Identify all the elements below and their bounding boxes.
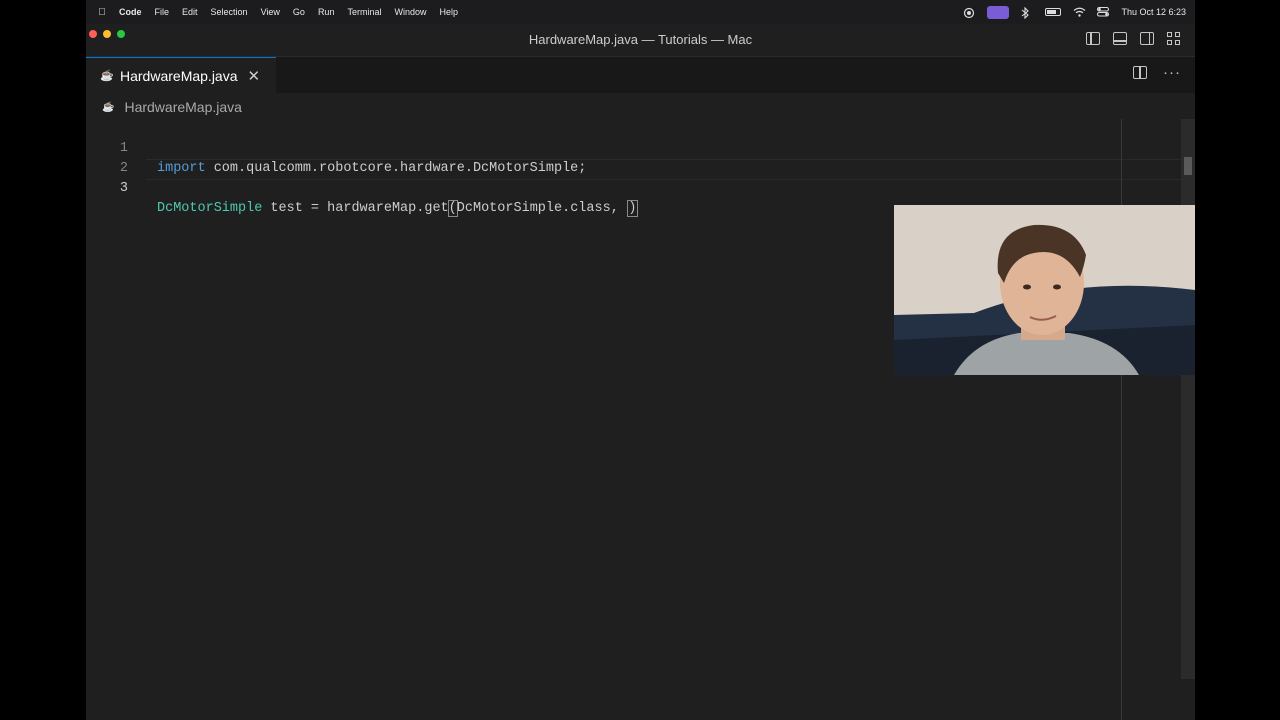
layout-controls — [1086, 32, 1181, 45]
menu-app-code[interactable]: Code — [119, 7, 142, 17]
screen:  Code File Edit Selection View Go Run T… — [86, 0, 1195, 720]
menu-selection[interactable]: Selection — [211, 7, 248, 17]
webcam-person-image — [894, 205, 1195, 375]
control-center-icon[interactable] — [1097, 7, 1110, 17]
wifi-icon[interactable] — [1073, 7, 1086, 17]
menu-edit[interactable]: Edit — [182, 7, 198, 17]
editor-tab-bar: ☕ HardwareMap.java ✕ ··· — [86, 57, 1195, 93]
menu-run[interactable]: Run — [318, 7, 335, 17]
tab-label: HardwareMap.java — [120, 67, 238, 84]
bracket-match: ) — [627, 200, 638, 217]
toggle-secondary-sidebar-icon[interactable] — [1140, 32, 1154, 45]
menu-terminal[interactable]: Terminal — [347, 7, 381, 17]
line-number: 3 — [119, 181, 128, 196]
customize-layout-icon[interactable] — [1167, 32, 1181, 45]
line-code: import com.qualcomm.robotcore.hardware.D… — [157, 159, 586, 179]
java-file-icon: ☕ — [102, 101, 115, 113]
toggle-primary-sidebar-icon[interactable] — [1086, 32, 1100, 45]
code-line: 3 DcMotorSimple test = hardwareMap.get(D… — [86, 159, 638, 217]
menu-clock[interactable]: Thu Oct 12 6:23 — [1121, 7, 1186, 17]
split-editor-icon[interactable] — [1133, 66, 1147, 79]
menu-file[interactable]: File — [155, 7, 170, 17]
bracket-match: ( — [447, 200, 458, 217]
window-title: HardwareMap.java — Tutorials — Mac — [528, 32, 753, 47]
screen-record-icon[interactable] — [963, 7, 975, 19]
code-text: test = hardwareMap.get — [262, 201, 449, 216]
breadcrumb-file[interactable]: HardwareMap.java — [124, 99, 242, 115]
tab-hardwaremap-java[interactable]: ☕ HardwareMap.java ✕ — [86, 57, 276, 93]
bluetooth-icon[interactable] — [1021, 6, 1033, 20]
menu-bar:  Code File Edit Selection View Go Run T… — [86, 0, 1195, 24]
keyword-token: import — [157, 161, 206, 176]
scrollbar-thumb[interactable] — [1184, 157, 1192, 175]
menu-view[interactable]: View — [261, 7, 280, 17]
more-actions-icon[interactable]: ··· — [1163, 65, 1181, 80]
menu-window[interactable]: Window — [394, 7, 426, 17]
breadcrumb: ☕ HardwareMap.java — [102, 97, 242, 117]
editor-actions: ··· — [1133, 65, 1181, 80]
java-file-icon: ☕ — [100, 69, 114, 82]
apple-menu-icon[interactable]:  — [96, 7, 108, 18]
webcam-overlay — [894, 205, 1195, 375]
toggle-panel-icon[interactable] — [1113, 32, 1127, 45]
screen-share-icon[interactable] — [987, 5, 1010, 19]
code-text: com.qualcomm.robotcore.hardware.DcMotorS… — [205, 161, 587, 176]
battery-icon[interactable] — [1045, 8, 1062, 16]
line-code: DcMotorSimple test = hardwareMap.get(DcM… — [157, 199, 638, 219]
title-bar: HardwareMap.java — Tutorials — Mac — [86, 24, 1195, 57]
menu-go[interactable]: Go — [293, 7, 305, 17]
close-tab-icon[interactable]: ✕ — [248, 67, 261, 85]
status-menus: Thu Oct 12 6:23 — [963, 0, 1186, 24]
code-line: 1 import com.qualcomm.robotcore.hardware… — [86, 119, 586, 176]
menu-help[interactable]: Help — [439, 7, 458, 17]
type-token: DcMotorSimple — [157, 201, 263, 216]
code-text: DcMotorSimple.class, — [456, 201, 627, 216]
editor-scrollbar[interactable] — [1181, 119, 1195, 679]
code-line: 2 — [86, 139, 135, 176]
